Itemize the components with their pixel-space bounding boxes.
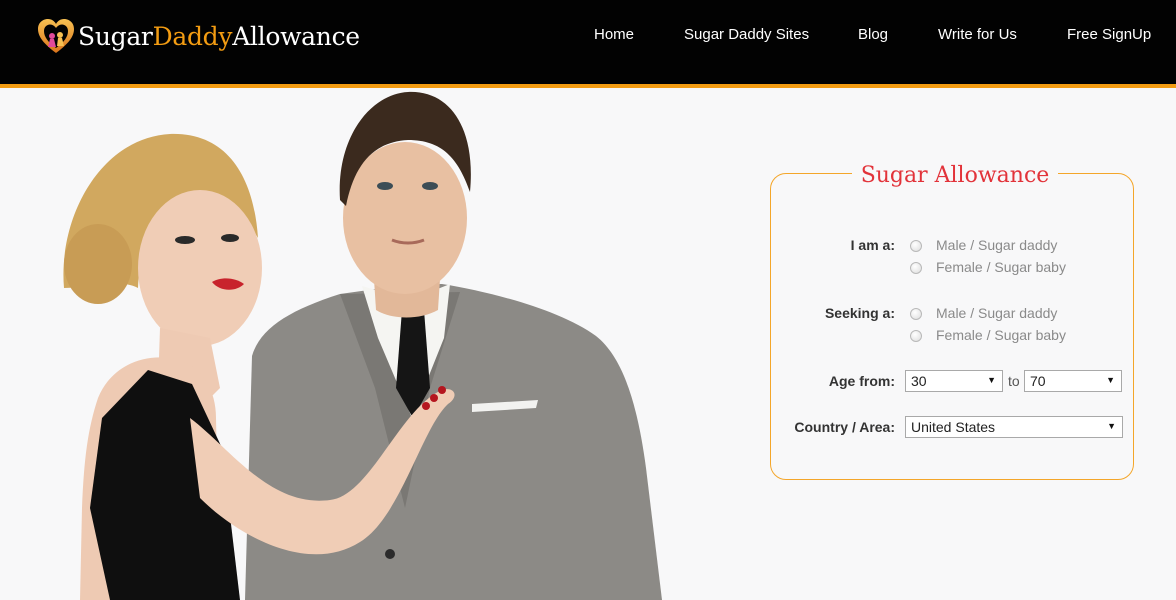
- seeking-option-female-label[interactable]: Female / Sugar baby: [936, 327, 1066, 343]
- seeking-label: Seeking a:: [824, 305, 895, 321]
- iam-option-female-label[interactable]: Female / Sugar baby: [936, 259, 1066, 275]
- country-select[interactable]: United States ▼: [905, 416, 1123, 438]
- dropdown-arrow-icon: ▼: [1106, 375, 1115, 385]
- age-to-select[interactable]: 70 ▼: [1024, 370, 1122, 392]
- logo-word-daddy: Daddy: [152, 21, 233, 51]
- dropdown-arrow-icon: ▼: [1107, 421, 1116, 431]
- age-from-label: Age from:: [828, 373, 895, 389]
- radio-iam-male[interactable]: [910, 240, 922, 252]
- site-logo[interactable]: SugarDaddyAllowance: [36, 16, 360, 56]
- age-from-value: 30: [911, 373, 927, 389]
- age-to-value: 70: [1030, 373, 1046, 389]
- country-value: United States: [911, 419, 996, 435]
- hero-couple-image: [63, 91, 662, 600]
- seeking-option-male-label[interactable]: Male / Sugar daddy: [936, 305, 1057, 321]
- nav-free-signup[interactable]: Free SignUp: [1067, 26, 1151, 46]
- logo-word-sugar: Sugar: [78, 21, 153, 51]
- radio-seeking-female[interactable]: [910, 330, 922, 342]
- nav-write-for-us[interactable]: Write for Us: [938, 26, 1017, 46]
- iam-option-male-label[interactable]: Male / Sugar daddy: [936, 237, 1057, 253]
- radio-iam-female[interactable]: [910, 262, 922, 274]
- logo-wordmark: SugarDaddyAllowance: [78, 22, 360, 51]
- country-area-label: Country / Area:: [794, 419, 895, 435]
- radio-seeking-male[interactable]: [910, 308, 922, 320]
- age-from-select[interactable]: 30 ▼: [905, 370, 1003, 392]
- logo-word-allowance: Allowance: [232, 21, 360, 51]
- nav-sugar-daddy-sites[interactable]: Sugar Daddy Sites: [684, 26, 809, 46]
- nav-blog[interactable]: Blog: [858, 26, 888, 46]
- form-title: Sugar Allowance: [860, 163, 1050, 188]
- heart-couple-icon: [38, 19, 74, 53]
- dropdown-arrow-icon: ▼: [987, 375, 996, 385]
- i-am-label: I am a:: [850, 237, 895, 253]
- nav-home[interactable]: Home: [594, 26, 634, 46]
- age-to-label: to: [1008, 373, 1020, 389]
